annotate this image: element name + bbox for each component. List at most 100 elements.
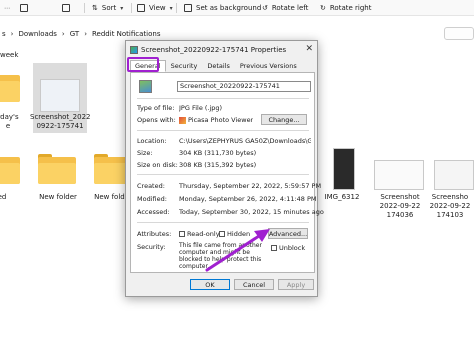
general-panel: Screenshot_20220922-175741 Type of file:… [130, 72, 324, 273]
rotate-left-button[interactable]: ↺ Rotate left [262, 0, 308, 16]
picasa-icon [179, 116, 186, 124]
screenshot-thumbnail[interactable] [434, 160, 474, 190]
sort-button[interactable]: ⇅ Sort ▾ [92, 0, 123, 16]
view-icon [137, 4, 145, 12]
divider [137, 98, 309, 99]
size-on-disk-value: 308 KB (315,392 bytes) [179, 161, 257, 169]
file-name-field[interactable]: Screenshot_20220922-175741 [177, 81, 311, 92]
hidden-label: Hidden [227, 230, 251, 238]
size-on-disk-label: Size on disk: [137, 161, 178, 169]
type-label: Type of file: [137, 104, 175, 112]
checkbox-box [179, 231, 185, 237]
properties-dialog: Screenshot_20220922-175741 Properties ✕ … [125, 40, 324, 297]
sort-label: Sort [101, 4, 117, 12]
breadcrumb-item[interactable]: Reddit Notifications [92, 30, 160, 38]
created-label: Created: [137, 182, 165, 190]
set-background-label: Set as background [196, 4, 262, 12]
type-value: JPG File (.jpg) [179, 104, 223, 112]
rotate-right-button[interactable]: ↻ Rotate right [320, 0, 371, 16]
modified-value: Monday, September 26, 2022, 4:11:48 PM [179, 195, 317, 203]
highlight-box [127, 57, 159, 72]
divider [137, 222, 309, 223]
accessed-value: Today, September 30, 2022, 15 minutes ag… [179, 208, 324, 216]
tab-security[interactable]: Security [166, 60, 203, 72]
screenshot-thumbnail[interactable] [374, 160, 424, 190]
wallpaper-icon [184, 4, 192, 12]
toolbar-divider [131, 3, 132, 13]
dialog-title-bar: Screenshot_20220922-175741 Properties [130, 45, 286, 55]
created-value: Thursday, September 22, 2022, 5:59:57 PM [179, 182, 322, 190]
folder-icon[interactable] [0, 154, 20, 184]
chevron-right-icon: › [84, 30, 87, 38]
folder-icon[interactable] [38, 154, 76, 184]
dialog-title: Screenshot_20220922-175741 Properties [141, 46, 287, 54]
toolbar-divider [84, 3, 85, 13]
view-button[interactable]: View ▾ [137, 0, 173, 16]
tile-label: 2022-09-22 [379, 202, 421, 210]
divider [137, 130, 309, 131]
image-file-icon [139, 80, 152, 93]
checkbox-box [219, 231, 225, 237]
screenshot-thumbnail [40, 79, 80, 112]
view-label: View [149, 4, 166, 12]
advanced-button[interactable]: Advanced... [268, 228, 308, 239]
modified-label: Modified: [137, 195, 167, 203]
tile-label: New folder [39, 193, 77, 201]
attributes-label: Attributes: [137, 230, 172, 238]
opens-with-label: Opens with: [137, 116, 176, 124]
opens-with-app: Picasa Photo Viewer [188, 116, 254, 124]
ok-button[interactable]: OK [190, 279, 230, 290]
rotate-right-label: Rotate right [329, 4, 372, 12]
read-only-label: Read-only [187, 230, 220, 238]
search-box[interactable] [444, 27, 474, 40]
opens-with-value: Picasa Photo Viewer [179, 116, 253, 124]
hidden-checkbox[interactable]: Hidden [219, 230, 250, 238]
security-text: This file came from another computer and… [179, 242, 262, 270]
rotate-left-icon: ↺ [262, 4, 268, 12]
unblock-label: Unblock [279, 244, 306, 252]
tile-label: 174036 [386, 211, 414, 219]
cancel-button[interactable]: Cancel [234, 279, 274, 290]
chevron-down-icon: ▾ [120, 4, 124, 12]
rotate-right-icon: ↻ [320, 4, 326, 12]
close-icon[interactable]: ✕ [305, 44, 313, 54]
breadcrumb-item[interactable]: Downloads [18, 30, 56, 38]
tile-label: 0922-175741 [36, 122, 84, 130]
toolbar-divider [176, 3, 177, 13]
tile-label: 2022-09-22 [429, 202, 471, 210]
tab-previous-versions[interactable]: Previous Versions [235, 60, 302, 72]
tile-label: IMG_6312 [324, 193, 360, 201]
security-label: Security: [137, 243, 166, 251]
overflow-button[interactable]: ⋯ [4, 0, 10, 16]
image-file-icon [130, 46, 138, 54]
set-background-button[interactable]: Set as background [184, 0, 261, 16]
explorer-toolbar: ⋯ ⇅ Sort ▾ View ▾ Set as background ↺ Ro… [0, 0, 474, 16]
checkbox-box [271, 245, 277, 251]
accessed-label: Accessed: [137, 208, 170, 216]
tile-label: Screenshot [380, 193, 420, 201]
sort-icon: ⇅ [92, 4, 98, 12]
tile-label: 174103 [436, 211, 464, 219]
breadcrumb-item[interactable]: s [2, 30, 6, 38]
image-thumbnail[interactable] [333, 148, 355, 190]
share-icon[interactable] [62, 0, 70, 16]
apply-button[interactable]: Apply [278, 279, 314, 290]
group-header: week [0, 51, 19, 59]
location-value: C:\Users\ZEPHYRUS GA50Z\Downloads\GT\Red… [179, 137, 311, 145]
unblock-checkbox[interactable]: Unblock [271, 244, 305, 252]
divider [137, 174, 309, 175]
rotate-left-label: Rotate left [271, 4, 309, 12]
change-button[interactable]: Change... [261, 114, 307, 125]
tile-label: Screenshot_2022 [30, 113, 91, 121]
location-label: Location: [137, 137, 167, 145]
folder-icon[interactable] [0, 72, 20, 102]
read-only-checkbox[interactable]: Read-only [179, 230, 220, 238]
tile-label: Screensho [431, 193, 469, 201]
size-value: 304 KB (311,730 bytes) [179, 149, 257, 157]
chevron-right-icon: › [61, 30, 65, 38]
chevron-right-icon: › [10, 30, 14, 38]
tab-details[interactable]: Details [202, 60, 235, 72]
breadcrumb-item[interactable]: GT [70, 30, 79, 38]
delete-icon[interactable] [20, 0, 28, 16]
chevron-down-icon: ▾ [169, 4, 173, 12]
